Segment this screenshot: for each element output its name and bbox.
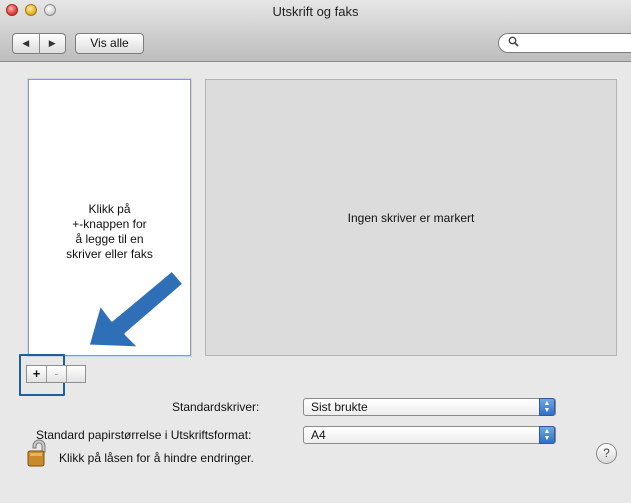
printer-list-controls: + - — [26, 365, 86, 383]
hint-line: å legge til en — [75, 232, 144, 246]
hint-line: Klikk på — [88, 202, 131, 216]
show-all-button[interactable]: Vis alle — [75, 33, 144, 54]
hint-line: skriver eller faks — [66, 247, 153, 261]
back-button[interactable]: ◀ — [13, 34, 39, 53]
forward-button[interactable]: ▶ — [38, 34, 66, 53]
paper-size-label: Standard papirstørrelse i Utskriftsforma… — [36, 428, 252, 442]
window-title: Utskrift og faks — [272, 4, 359, 19]
select-arrows-icon: ▲ ▼ — [539, 398, 555, 416]
hint-line: +-knappen for — [72, 217, 147, 231]
history-nav: ◀ ▶ — [12, 33, 66, 54]
select-arrows-icon: ▲ ▼ — [539, 426, 555, 444]
forward-icon: ▶ — [48, 38, 56, 48]
printer-detail-panel: Ingen skriver er markert — [205, 79, 617, 356]
paper-size-value: A4 — [311, 428, 326, 442]
window-titlebar: Utskrift og faks ◀ ▶ Vis alle — [0, 0, 631, 62]
lock-icon[interactable] — [26, 438, 52, 471]
no-printer-selected-text: Ingen skriver er markert — [347, 211, 475, 225]
lock-instruction-text: Klikk på låsen for å hindre endringer. — [59, 451, 254, 465]
search-field[interactable] — [498, 33, 631, 53]
search-input[interactable] — [521, 35, 630, 53]
default-printer-select[interactable]: Sist brukte ▲ ▼ — [303, 398, 556, 416]
back-icon: ◀ — [22, 38, 30, 48]
default-printer-value: Sist brukte — [311, 400, 368, 414]
add-printer-button[interactable]: + — [27, 366, 46, 382]
paper-size-select[interactable]: A4 ▲ ▼ — [303, 426, 556, 444]
search-icon — [508, 36, 519, 50]
add-printer-hint: Klikk på +-knappen for å legge til en sk… — [29, 202, 190, 262]
remove-printer-button[interactable]: - — [46, 366, 67, 382]
default-printer-label: Standardskriver: — [172, 400, 260, 414]
help-button[interactable]: ? — [596, 443, 617, 464]
pointer-arrow-icon — [86, 268, 186, 350]
